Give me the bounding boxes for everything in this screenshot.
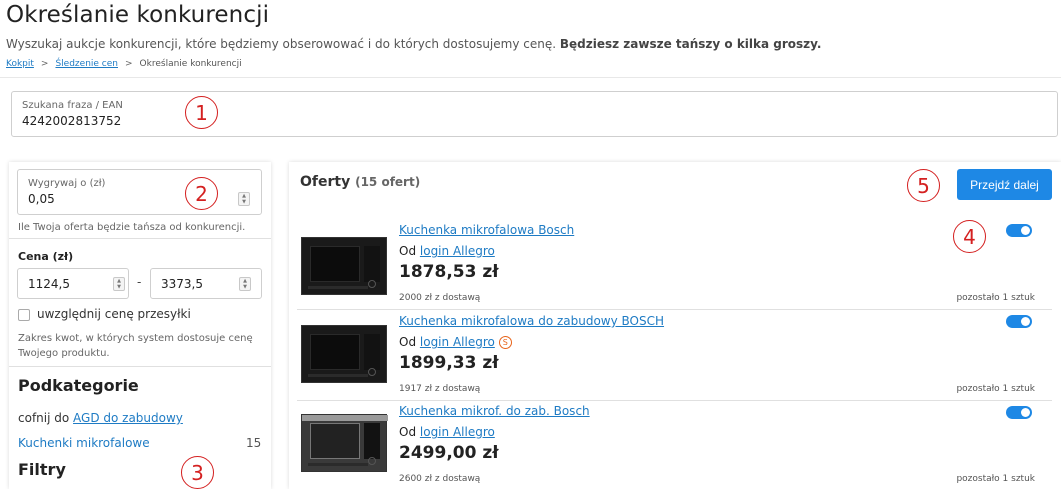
offer-price: 1899,33 zł bbox=[399, 353, 499, 373]
subcategory-back-prefix: cofnij do bbox=[18, 411, 74, 425]
annotation-marker-2: 2 bbox=[185, 177, 218, 210]
offer-item: Kuchenka mikrofalowa do zabudowy BOSCH O… bbox=[289, 310, 1061, 400]
search-phrase-field[interactable]: Szukana fraza / EAN 4242002813752 bbox=[11, 91, 1058, 137]
offer-stock: pozostało 1 sztuk bbox=[956, 384, 1035, 394]
offer-thumbnail[interactable] bbox=[301, 414, 388, 472]
offer-enabled-toggle[interactable] bbox=[1006, 315, 1032, 328]
offer-seller-link[interactable]: login Allegro bbox=[420, 244, 495, 258]
breadcrumb-separator: > bbox=[40, 59, 49, 69]
page-title: Określanie konkurencji bbox=[6, 2, 270, 28]
offer-thumbnail[interactable] bbox=[301, 325, 387, 383]
search-phrase-label: Szukana fraza / EAN bbox=[22, 100, 123, 111]
breadcrumb-link-sledzenie-cen[interactable]: Śledzenie cen bbox=[55, 59, 118, 69]
header-divider bbox=[0, 77, 1061, 78]
price-hint-line1: Zakres kwot, w których system dostosuje … bbox=[18, 333, 253, 344]
offer-enabled-toggle[interactable] bbox=[1006, 224, 1032, 237]
offer-seller-prefix: Od bbox=[399, 425, 420, 439]
offer-item: Kuchenka mikrof. do zab. Bosch Od login … bbox=[289, 401, 1061, 489]
price-min-stepper-icon[interactable]: ▲ ▼ bbox=[113, 277, 125, 291]
filters-heading: Filtry bbox=[18, 460, 66, 479]
filters-panel: Wygrywaj o (zł) 0,05 ▲ ▼ Ile Twoja oferta… bbox=[9, 162, 271, 489]
offer-shipping-price: 2600 zł z dostawą bbox=[399, 474, 481, 484]
offer-shipping-price: 2000 zł z dostawą bbox=[399, 293, 481, 303]
offer-title-link[interactable]: Kuchenka mikrofalowa Bosch bbox=[399, 223, 574, 237]
offer-item: Kuchenka mikrofalowa Bosch Od login Alle… bbox=[289, 219, 1061, 309]
subtitle-text: Wyszukaj aukcje konkurencji, które będzi… bbox=[6, 37, 560, 51]
subtitle-emphasis: Będziesz zawsze tańszy o kilka groszy. bbox=[559, 37, 822, 51]
super-seller-badge-icon: S bbox=[498, 336, 512, 349]
win-by-label: Wygrywaj o (zł) bbox=[28, 178, 106, 189]
offer-shipping-price: 1917 zł z dostawą bbox=[399, 384, 481, 394]
offer-thumbnail[interactable] bbox=[301, 237, 387, 295]
offers-panel: Oferty (15 ofert) Przejdź dalej Kuchenka… bbox=[289, 162, 1061, 489]
include-shipping-label[interactable]: uwzględnij cenę przesyłki bbox=[37, 307, 191, 321]
price-max-input[interactable]: 3373,5 ▲ ▼ bbox=[150, 268, 262, 299]
offer-price: 1878,53 zł bbox=[399, 262, 499, 282]
breadcrumb-link-kokpit[interactable]: Kokpit bbox=[6, 59, 34, 69]
section-divider bbox=[9, 238, 271, 239]
price-range-separator: - bbox=[137, 275, 142, 289]
win-by-value[interactable]: 0,05 bbox=[28, 192, 55, 206]
win-by-field[interactable]: Wygrywaj o (zł) 0,05 ▲ ▼ bbox=[17, 169, 262, 215]
offer-seller-prefix: Od bbox=[399, 244, 420, 258]
breadcrumb-separator: > bbox=[125, 59, 133, 69]
offers-title: Oferty (15 ofert) bbox=[300, 174, 420, 190]
include-shipping-checkbox[interactable] bbox=[18, 309, 30, 321]
offer-seller-link[interactable]: login Allegro bbox=[420, 425, 495, 439]
win-by-stepper-icon[interactable]: ▲ ▼ bbox=[238, 192, 250, 206]
subcategory-back: cofnij do AGD do zabudowy bbox=[18, 411, 183, 425]
price-min-input[interactable]: 1124,5 ▲ ▼ bbox=[17, 268, 129, 299]
offers-count: (15 ofert) bbox=[355, 175, 421, 189]
offer-seller-link[interactable]: login Allegro bbox=[420, 335, 495, 349]
annotation-marker-3: 3 bbox=[181, 456, 214, 489]
offer-seller-prefix: Od bbox=[399, 335, 420, 349]
section-divider bbox=[9, 366, 271, 367]
offer-enabled-toggle[interactable] bbox=[1006, 406, 1032, 419]
offer-seller: Od login Allegro bbox=[399, 244, 495, 258]
win-by-hint: Ile Twoja oferta będzie tańsza od konkur… bbox=[18, 222, 246, 233]
offer-title-link[interactable]: Kuchenka mikrofalowa do zabudowy BOSCH bbox=[399, 314, 664, 328]
subcategory-item-kuchenki-mikrofalowe[interactable]: Kuchenki mikrofalowe bbox=[18, 436, 150, 450]
offer-price: 2499,00 zł bbox=[399, 443, 499, 463]
price-max-stepper-icon[interactable]: ▲ ▼ bbox=[239, 277, 251, 291]
annotation-marker-5: 5 bbox=[907, 169, 940, 202]
next-button[interactable]: Przejdź dalej bbox=[957, 169, 1052, 200]
price-section-label: Cena (zł) bbox=[18, 250, 74, 263]
breadcrumb: Kokpit > Śledzenie cen > Określanie konkuren… bbox=[6, 59, 242, 69]
offer-title-link[interactable]: Kuchenka mikrof. do zab. Bosch bbox=[399, 404, 590, 418]
subcategory-item-count: 15 bbox=[246, 436, 262, 450]
price-min-value[interactable]: 1124,5 bbox=[28, 277, 70, 291]
price-max-value[interactable]: 3373,5 bbox=[161, 277, 203, 291]
annotation-marker-4: 4 bbox=[953, 220, 986, 253]
page-subtitle: Wyszukaj aukcje konkurencji, które będzi… bbox=[6, 37, 821, 51]
offer-seller: Od login Allegro S bbox=[399, 335, 512, 349]
offer-stock: pozostało 1 sztuk bbox=[956, 474, 1035, 484]
annotation-marker-1: 1 bbox=[185, 96, 218, 129]
offer-seller: Od login Allegro bbox=[399, 425, 495, 439]
offer-stock: pozostało 1 sztuk bbox=[956, 293, 1035, 303]
breadcrumb-current: Określanie konkurencji bbox=[139, 59, 242, 69]
search-phrase-value[interactable]: 4242002813752 bbox=[22, 114, 121, 128]
subcategory-back-link[interactable]: AGD do zabudowy bbox=[73, 411, 183, 425]
subcategories-heading: Podkategorie bbox=[18, 376, 139, 395]
offers-title-label: Oferty bbox=[300, 174, 351, 190]
price-hint-line2: Twojego produktu. bbox=[18, 348, 110, 359]
